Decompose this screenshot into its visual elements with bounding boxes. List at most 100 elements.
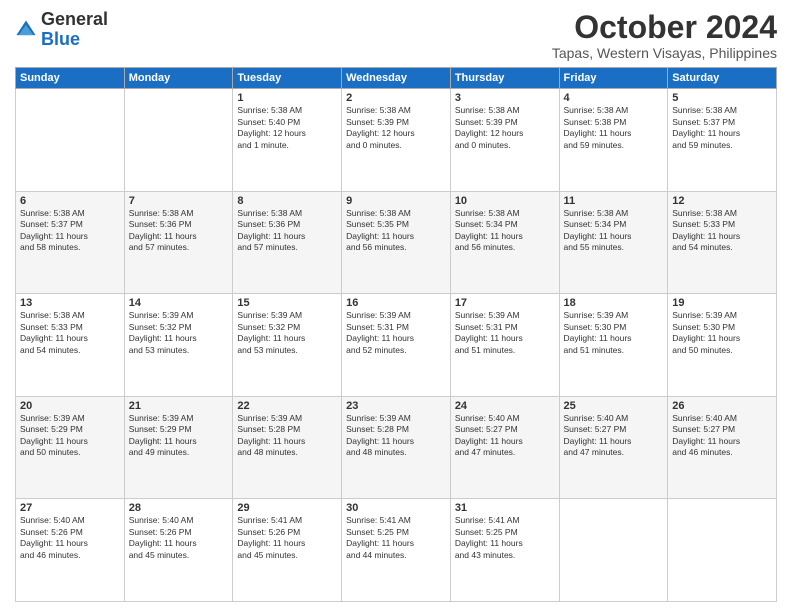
day-info: Sunrise: 5:38 AM Sunset: 5:36 PM Dayligh… [129,208,229,254]
day-number: 8 [237,195,337,207]
day-number: 15 [237,297,337,309]
day-info: Sunrise: 5:40 AM Sunset: 5:27 PM Dayligh… [455,413,555,459]
weekday-header-cell: Wednesday [342,68,451,89]
header: General Blue October 2024 Tapas, Western… [15,10,777,61]
day-info: Sunrise: 5:39 AM Sunset: 5:31 PM Dayligh… [455,310,555,356]
calendar-cell: 10Sunrise: 5:38 AM Sunset: 5:34 PM Dayli… [450,191,559,294]
day-info: Sunrise: 5:39 AM Sunset: 5:29 PM Dayligh… [129,413,229,459]
day-number: 27 [20,502,120,514]
calendar-cell: 26Sunrise: 5:40 AM Sunset: 5:27 PM Dayli… [668,396,777,499]
day-number: 2 [346,92,446,104]
day-number: 6 [20,195,120,207]
day-number: 28 [129,502,229,514]
calendar-body: 1Sunrise: 5:38 AM Sunset: 5:40 PM Daylig… [16,89,777,602]
day-info: Sunrise: 5:38 AM Sunset: 5:37 PM Dayligh… [672,105,772,151]
day-info: Sunrise: 5:38 AM Sunset: 5:39 PM Dayligh… [455,105,555,151]
day-info: Sunrise: 5:41 AM Sunset: 5:25 PM Dayligh… [455,515,555,561]
calendar-cell: 13Sunrise: 5:38 AM Sunset: 5:33 PM Dayli… [16,294,125,397]
calendar-cell: 29Sunrise: 5:41 AM Sunset: 5:26 PM Dayli… [233,499,342,602]
logo-icon [15,19,37,41]
day-info: Sunrise: 5:40 AM Sunset: 5:26 PM Dayligh… [20,515,120,561]
weekday-header-cell: Monday [124,68,233,89]
day-info: Sunrise: 5:41 AM Sunset: 5:25 PM Dayligh… [346,515,446,561]
calendar-cell: 22Sunrise: 5:39 AM Sunset: 5:28 PM Dayli… [233,396,342,499]
calendar-week-row: 6Sunrise: 5:38 AM Sunset: 5:37 PM Daylig… [16,191,777,294]
calendar-cell: 28Sunrise: 5:40 AM Sunset: 5:26 PM Dayli… [124,499,233,602]
calendar-week-row: 27Sunrise: 5:40 AM Sunset: 5:26 PM Dayli… [16,499,777,602]
calendar-cell: 6Sunrise: 5:38 AM Sunset: 5:37 PM Daylig… [16,191,125,294]
day-number: 19 [672,297,772,309]
page: General Blue October 2024 Tapas, Western… [0,0,792,612]
logo-text: General Blue [41,10,108,50]
logo: General Blue [15,10,108,50]
calendar-cell: 25Sunrise: 5:40 AM Sunset: 5:27 PM Dayli… [559,396,668,499]
day-info: Sunrise: 5:39 AM Sunset: 5:28 PM Dayligh… [346,413,446,459]
calendar-cell: 23Sunrise: 5:39 AM Sunset: 5:28 PM Dayli… [342,396,451,499]
day-number: 20 [20,400,120,412]
day-info: Sunrise: 5:38 AM Sunset: 5:33 PM Dayligh… [20,310,120,356]
day-number: 24 [455,400,555,412]
day-number: 18 [564,297,664,309]
day-info: Sunrise: 5:39 AM Sunset: 5:32 PM Dayligh… [129,310,229,356]
day-number: 10 [455,195,555,207]
logo-general: General [41,9,108,29]
calendar-cell: 31Sunrise: 5:41 AM Sunset: 5:25 PM Dayli… [450,499,559,602]
calendar-week-row: 20Sunrise: 5:39 AM Sunset: 5:29 PM Dayli… [16,396,777,499]
weekday-header-cell: Sunday [16,68,125,89]
calendar-cell: 19Sunrise: 5:39 AM Sunset: 5:30 PM Dayli… [668,294,777,397]
day-number: 23 [346,400,446,412]
calendar-cell: 7Sunrise: 5:38 AM Sunset: 5:36 PM Daylig… [124,191,233,294]
day-info: Sunrise: 5:38 AM Sunset: 5:39 PM Dayligh… [346,105,446,151]
day-info: Sunrise: 5:38 AM Sunset: 5:34 PM Dayligh… [455,208,555,254]
calendar-cell: 27Sunrise: 5:40 AM Sunset: 5:26 PM Dayli… [16,499,125,602]
day-info: Sunrise: 5:41 AM Sunset: 5:26 PM Dayligh… [237,515,337,561]
calendar-cell [124,89,233,192]
day-number: 22 [237,400,337,412]
day-info: Sunrise: 5:38 AM Sunset: 5:36 PM Dayligh… [237,208,337,254]
calendar-cell: 9Sunrise: 5:38 AM Sunset: 5:35 PM Daylig… [342,191,451,294]
day-number: 3 [455,92,555,104]
day-number: 13 [20,297,120,309]
calendar-cell: 14Sunrise: 5:39 AM Sunset: 5:32 PM Dayli… [124,294,233,397]
logo-blue: Blue [41,29,80,49]
day-info: Sunrise: 5:38 AM Sunset: 5:38 PM Dayligh… [564,105,664,151]
calendar-cell: 15Sunrise: 5:39 AM Sunset: 5:32 PM Dayli… [233,294,342,397]
month-title: October 2024 [552,10,777,45]
calendar-cell: 30Sunrise: 5:41 AM Sunset: 5:25 PM Dayli… [342,499,451,602]
calendar-cell: 24Sunrise: 5:40 AM Sunset: 5:27 PM Dayli… [450,396,559,499]
day-number: 11 [564,195,664,207]
day-number: 14 [129,297,229,309]
calendar-cell: 18Sunrise: 5:39 AM Sunset: 5:30 PM Dayli… [559,294,668,397]
calendar-cell: 17Sunrise: 5:39 AM Sunset: 5:31 PM Dayli… [450,294,559,397]
day-number: 17 [455,297,555,309]
day-info: Sunrise: 5:39 AM Sunset: 5:30 PM Dayligh… [564,310,664,356]
day-number: 12 [672,195,772,207]
calendar-cell: 2Sunrise: 5:38 AM Sunset: 5:39 PM Daylig… [342,89,451,192]
weekday-header-cell: Saturday [668,68,777,89]
day-number: 31 [455,502,555,514]
weekday-header-cell: Tuesday [233,68,342,89]
calendar-table: SundayMondayTuesdayWednesdayThursdayFrid… [15,67,777,602]
day-number: 7 [129,195,229,207]
weekday-header-row: SundayMondayTuesdayWednesdayThursdayFrid… [16,68,777,89]
day-info: Sunrise: 5:38 AM Sunset: 5:35 PM Dayligh… [346,208,446,254]
day-info: Sunrise: 5:40 AM Sunset: 5:27 PM Dayligh… [672,413,772,459]
day-number: 26 [672,400,772,412]
calendar-cell: 3Sunrise: 5:38 AM Sunset: 5:39 PM Daylig… [450,89,559,192]
calendar-cell: 4Sunrise: 5:38 AM Sunset: 5:38 PM Daylig… [559,89,668,192]
header-right: October 2024 Tapas, Western Visayas, Phi… [552,10,777,61]
day-number: 9 [346,195,446,207]
location-title: Tapas, Western Visayas, Philippines [552,45,777,61]
day-info: Sunrise: 5:38 AM Sunset: 5:37 PM Dayligh… [20,208,120,254]
calendar-cell [668,499,777,602]
calendar-cell: 5Sunrise: 5:38 AM Sunset: 5:37 PM Daylig… [668,89,777,192]
calendar-week-row: 1Sunrise: 5:38 AM Sunset: 5:40 PM Daylig… [16,89,777,192]
calendar-cell: 8Sunrise: 5:38 AM Sunset: 5:36 PM Daylig… [233,191,342,294]
day-number: 4 [564,92,664,104]
day-info: Sunrise: 5:39 AM Sunset: 5:29 PM Dayligh… [20,413,120,459]
calendar-cell [559,499,668,602]
day-info: Sunrise: 5:38 AM Sunset: 5:33 PM Dayligh… [672,208,772,254]
day-number: 5 [672,92,772,104]
calendar-cell: 11Sunrise: 5:38 AM Sunset: 5:34 PM Dayli… [559,191,668,294]
day-info: Sunrise: 5:39 AM Sunset: 5:31 PM Dayligh… [346,310,446,356]
